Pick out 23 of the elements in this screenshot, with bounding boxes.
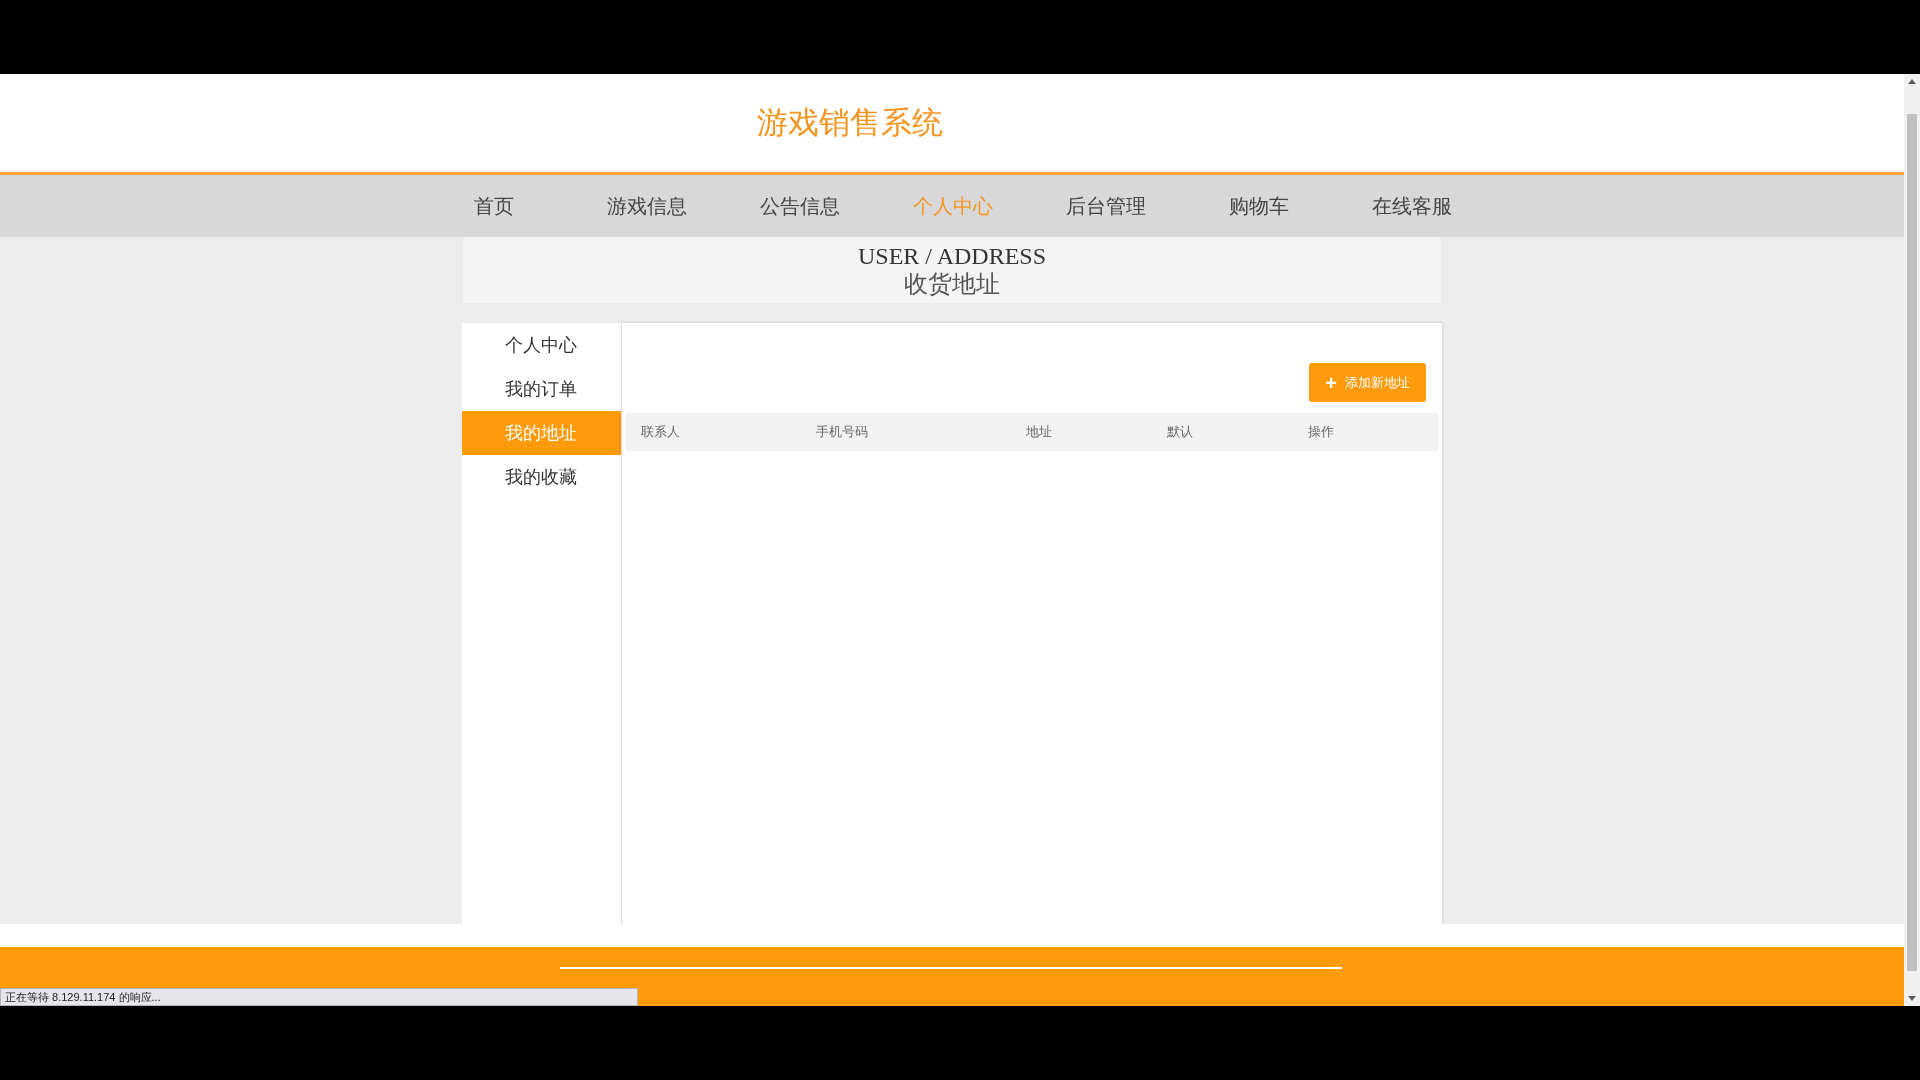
nav-link[interactable]: 购物车 <box>1182 191 1335 221</box>
sidebar-item[interactable]: 个人中心 <box>462 323 621 367</box>
nav-link[interactable]: 后台管理 <box>1029 191 1182 221</box>
sidebar-item[interactable]: 我的收藏 <box>462 455 621 499</box>
scrollbar-thumb[interactable] <box>1907 114 1917 971</box>
sidebar-item[interactable]: 我的订单 <box>462 367 621 411</box>
column-header: 联系人 <box>640 423 681 442</box>
column-header: 默认 <box>1166 423 1194 442</box>
plus-icon: + <box>1325 372 1337 393</box>
status-bar: 正在等待 8.129.11.174 的响应... <box>0 988 638 1006</box>
scroll-down-icon[interactable] <box>1908 996 1916 1001</box>
nav-link[interactable]: 游戏信息 <box>570 191 723 221</box>
banner-chinese-title: 收货地址 <box>904 270 1000 298</box>
nav-link[interactable]: 在线客服 <box>1335 191 1488 221</box>
nav-link[interactable]: 公告信息 <box>723 191 876 221</box>
banner-english-title: USER / ADDRESS <box>857 242 1047 270</box>
scrollbar[interactable] <box>1904 74 1920 1006</box>
column-header: 操作 <box>1307 423 1335 442</box>
site-title: 游戏销售系统 <box>757 103 943 142</box>
column-header: 手机号码 <box>815 423 869 442</box>
column-header: 地址 <box>1025 423 1053 442</box>
nav-link[interactable]: 首页 <box>417 191 570 221</box>
scroll-up-icon[interactable] <box>1908 79 1916 84</box>
